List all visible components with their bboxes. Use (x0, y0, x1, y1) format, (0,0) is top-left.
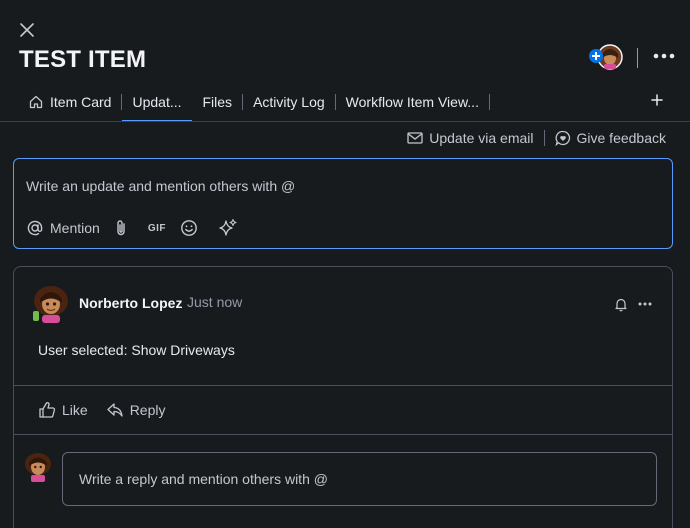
give-feedback-button[interactable]: Give feedback (554, 130, 667, 146)
updates-actions: Update via email Give feedback (407, 128, 666, 148)
post-divider (14, 434, 672, 435)
emoji-button[interactable] (180, 219, 204, 237)
tab-bar: Item Card Updat... Files Activity Log Wo… (18, 83, 490, 122)
tab-separator (488, 94, 490, 110)
add-tab-icon[interactable] (648, 91, 666, 109)
mail-icon (407, 132, 423, 144)
tab-label: Activity Log (253, 94, 325, 110)
thumbs-up-icon (39, 402, 56, 418)
post-body: User selected: Show Driveways (38, 342, 235, 358)
more-options-icon[interactable] (652, 46, 676, 66)
reply-button[interactable]: Reply (106, 401, 166, 419)
ai-assistant-button[interactable] (218, 218, 244, 238)
author-avatar[interactable] (32, 285, 70, 323)
attach-button[interactable] (114, 219, 134, 237)
tab-activity-log[interactable]: Activity Log (243, 83, 335, 121)
author-name[interactable]: Norberto Lopez (79, 295, 182, 311)
tab-updates[interactable]: Updat... (122, 83, 192, 122)
feedback-icon (554, 130, 570, 146)
paperclip-icon (117, 220, 125, 236)
tab-label: Item Card (50, 94, 112, 110)
update-via-email-label: Update via email (429, 130, 534, 146)
tab-workflow-item-view[interactable]: Workflow Item View... (336, 83, 489, 121)
like-label: Like (62, 402, 88, 418)
tabs-divider (0, 121, 690, 122)
at-sign-icon (27, 220, 43, 236)
gif-label: GIF (147, 222, 166, 234)
tab-label: Workflow Item View... (345, 94, 479, 110)
current-user-avatar[interactable] (23, 452, 53, 482)
tab-label: Updat... (132, 94, 182, 110)
post-actions: Like Reply (38, 399, 183, 421)
reply-placeholder: Write a reply and mention others with @ (79, 471, 328, 487)
reply-icon (107, 403, 123, 417)
update-via-email-button[interactable]: Update via email (407, 130, 534, 146)
item-title[interactable]: TEST ITEM (19, 46, 146, 74)
home-icon (29, 95, 43, 109)
emoji-icon (181, 220, 197, 236)
bell-icon[interactable] (613, 296, 629, 312)
item-panel: TEST ITEM Item Card Updat... Files Activ… (0, 0, 690, 528)
reply-label: Reply (129, 402, 166, 418)
post-divider (14, 385, 672, 386)
header-divider (637, 48, 638, 68)
tab-label: Files (202, 94, 233, 110)
sparkle-icon (219, 218, 237, 236)
mention-button[interactable]: Mention (26, 219, 100, 237)
close-icon[interactable] (17, 20, 37, 40)
subscribers-avatar[interactable] (588, 44, 624, 70)
action-separator (543, 130, 545, 146)
tab-files[interactable]: Files (193, 83, 243, 121)
composer-toolbar: Mention GIF (26, 217, 258, 239)
mention-label: Mention (50, 220, 100, 236)
update-composer[interactable]: Write an update and mention others with … (13, 158, 673, 249)
give-feedback-label: Give feedback (576, 130, 667, 146)
update-input[interactable]: Write an update and mention others with … (26, 178, 295, 194)
update-post: Norberto Lopez Just now User selected: S… (13, 266, 673, 528)
post-more-icon[interactable] (636, 295, 654, 313)
gif-button[interactable]: GIF (148, 223, 166, 234)
post-timestamp: Just now (187, 294, 243, 310)
tab-item-card[interactable]: Item Card (18, 83, 121, 121)
like-button[interactable]: Like (38, 401, 88, 419)
reply-input[interactable]: Write a reply and mention others with @ (62, 452, 657, 506)
